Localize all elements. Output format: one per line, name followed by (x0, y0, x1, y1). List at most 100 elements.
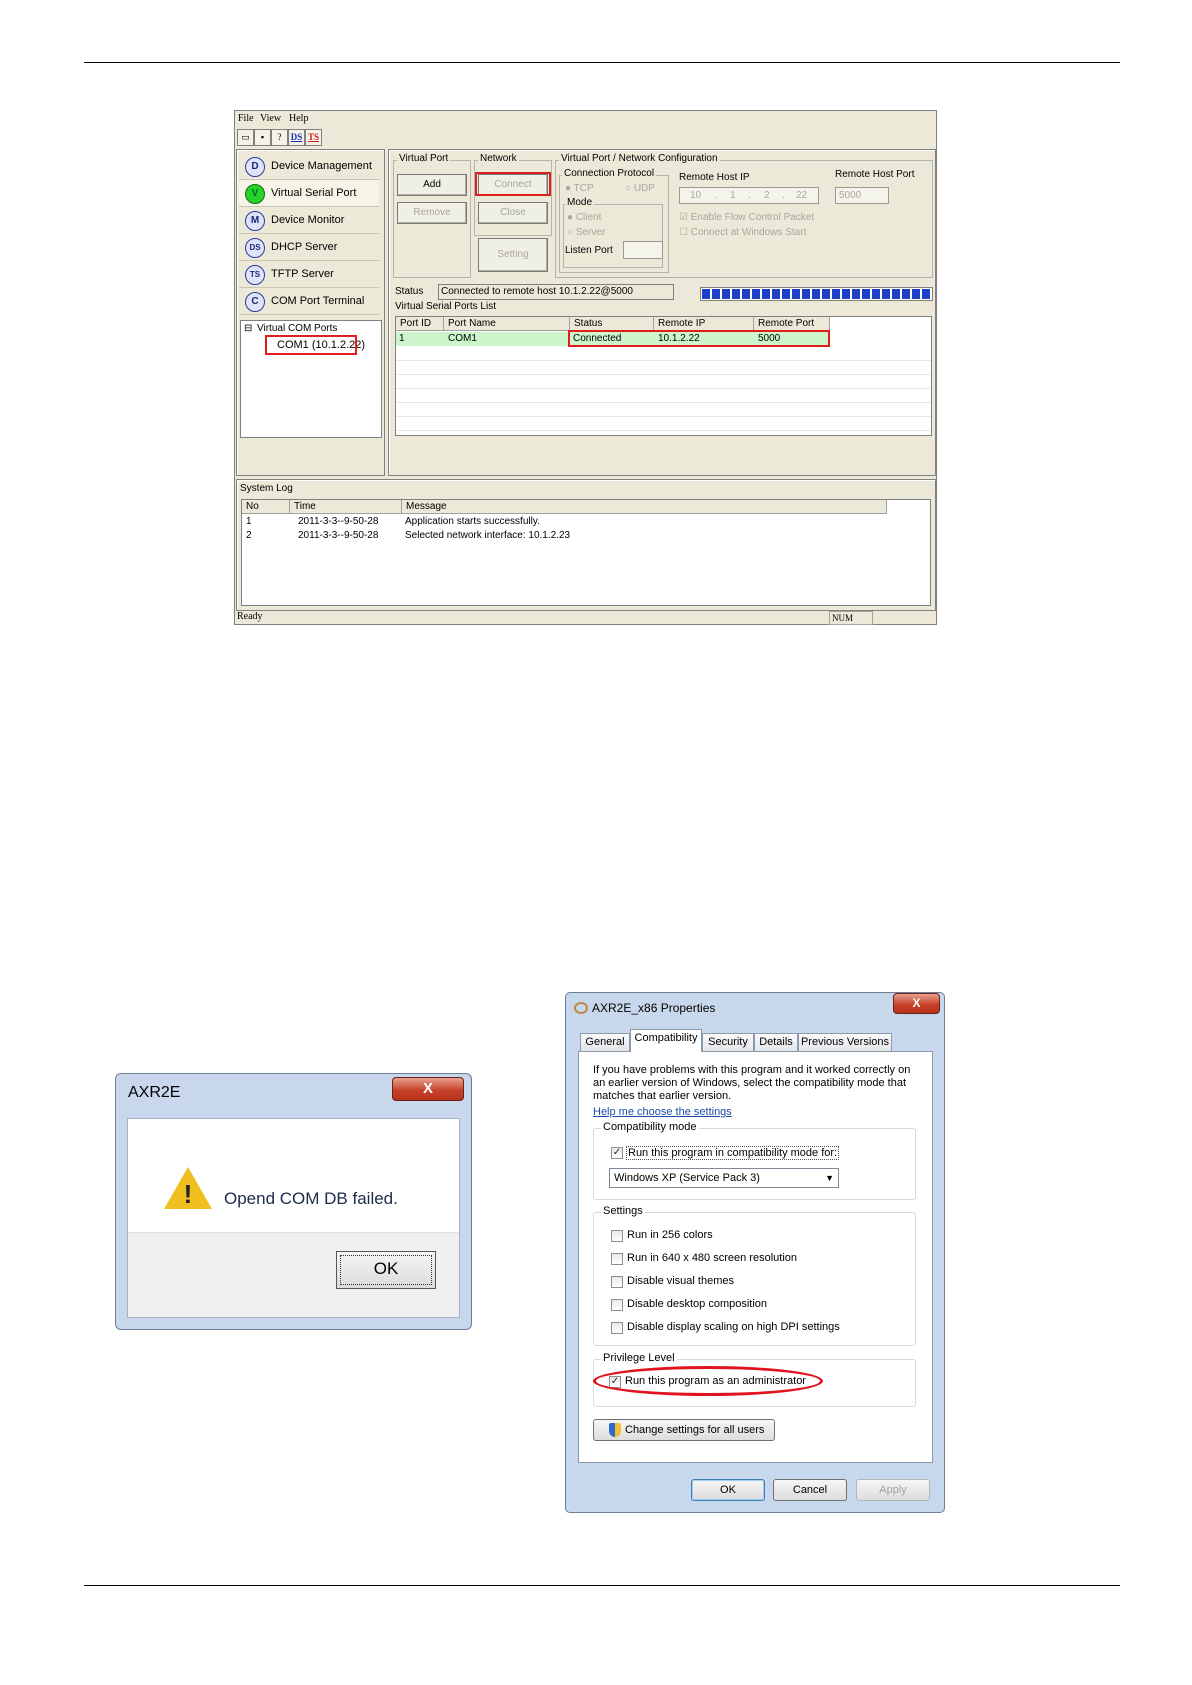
error-message: Opend COM DB failed. (224, 1189, 398, 1208)
column-header-port-name[interactable]: Port Name (444, 317, 570, 331)
ip-octet-1: 10 (690, 190, 702, 201)
help-icon[interactable]: ? (271, 129, 288, 146)
mode-label: Mode (565, 197, 595, 208)
column-header-remote-port[interactable]: Remote Port (754, 317, 830, 331)
udp-radio[interactable]: ○ UDP (625, 183, 655, 194)
close-icon[interactable]: X (392, 1077, 464, 1101)
progress-fill (702, 289, 931, 299)
listen-port-input[interactable] (623, 241, 663, 259)
highlight-connected-row (568, 330, 830, 347)
warning-mark: ! (183, 1179, 193, 1209)
run-640x480-checkbox[interactable] (611, 1253, 623, 1265)
ts-icon[interactable]: TS (305, 129, 322, 146)
change-settings-all-users-button[interactable]: Change settings for all users (593, 1419, 775, 1441)
ports-list: Port ID Port Name Status Remote IP Remot… (395, 316, 932, 436)
nav-dhcp-server[interactable]: DS DHCP Server (239, 234, 379, 261)
setting-button[interactable]: Setting (478, 238, 548, 272)
app-icon (574, 1002, 588, 1014)
highlight-run-as-admin (593, 1366, 823, 1396)
vsp-manager-window: File View Help ▭ ▪ ? DS TS D Device Mana… (234, 110, 937, 625)
nav-panel: D Device Management V Virtual Serial Por… (236, 149, 385, 476)
log-row[interactable]: 2 2011-3-3--9-50-28 Selected network int… (242, 529, 930, 543)
remote-port-input[interactable]: 5000 (835, 187, 889, 204)
tab-security[interactable]: Security (702, 1033, 754, 1051)
remove-button[interactable]: Remove (397, 202, 467, 224)
disable-visual-themes-checkbox[interactable] (611, 1276, 623, 1288)
nav-device-management[interactable]: D Device Management (239, 153, 379, 180)
empty-rows (396, 347, 931, 435)
tcp-radio[interactable]: ● TCP (565, 183, 594, 194)
device-management-icon: D (245, 157, 265, 177)
tree-root[interactable]: Virtual COM Ports (257, 323, 337, 334)
nav-com-port-terminal[interactable]: C COM Port Terminal (239, 288, 379, 315)
udp-label: UDP (633, 183, 655, 194)
menu-file[interactable]: File (238, 113, 254, 124)
status-num: NUM (829, 611, 873, 625)
intro-line-1: If you have problems with this program a… (593, 1064, 911, 1076)
tcp-label: TCP (573, 183, 594, 194)
log-row[interactable]: 1 2011-3-3--9-50-28 Application starts s… (242, 515, 930, 529)
column-header-time[interactable]: Time (290, 500, 402, 514)
column-header-port-id[interactable]: Port ID (396, 317, 444, 331)
nav-label: Virtual Serial Port (271, 187, 357, 199)
tab-details[interactable]: Details (754, 1033, 798, 1051)
log-message: Selected network interface: 10.1.2.23 (405, 530, 571, 541)
system-log-panel: System Log No Time Message 1 2011-3-3--9… (236, 479, 936, 611)
compat-mode-select[interactable]: Windows XP (Service Pack 3) ▼ (609, 1168, 839, 1188)
compat-checkbox[interactable]: ✓ (611, 1147, 623, 1159)
column-header-status[interactable]: Status (570, 317, 654, 331)
menu-view[interactable]: View (260, 113, 281, 124)
apply-button[interactable]: Apply (856, 1479, 930, 1501)
remote-ip-input[interactable]: 10 . 1 . 2 . 22 (679, 187, 819, 204)
menu-bar: File View Help (235, 111, 936, 127)
column-header-message[interactable]: Message (402, 500, 887, 514)
client-radio[interactable]: ● Client (567, 212, 601, 223)
server-radio[interactable]: ○ Server (567, 227, 605, 238)
change-settings-label: Change settings for all users (625, 1424, 765, 1436)
cancel-button[interactable]: Cancel (773, 1479, 847, 1501)
run-640x480-label: Run in 640 x 480 screen resolution (627, 1252, 797, 1264)
run-256-colors-checkbox[interactable] (611, 1230, 623, 1242)
tree-expander-icon[interactable]: ⊟ (244, 323, 252, 334)
log-time: 2011-3-3--9-50-28 (298, 516, 379, 527)
ok-button[interactable]: OK (336, 1251, 436, 1289)
device-monitor-icon: M (245, 211, 265, 231)
log-no: 2 (246, 530, 252, 541)
close-button[interactable]: Close (478, 202, 548, 224)
dialog-title: AXR2E (128, 1084, 181, 1101)
connection-progress-bar (700, 287, 933, 301)
add-button[interactable]: Add (397, 174, 467, 196)
close-icon[interactable]: X (893, 993, 940, 1014)
status-ready: Ready (237, 611, 263, 622)
remote-port-label: Remote Host Port (835, 169, 915, 180)
column-header-no[interactable]: No (242, 500, 290, 514)
column-header-remote-ip[interactable]: Remote IP (654, 317, 754, 331)
tftp-server-icon: TS (245, 265, 265, 285)
connect-at-start-label: Connect at Windows Start (690, 227, 807, 238)
save-icon[interactable]: ▪ (254, 129, 271, 146)
nav-virtual-serial-port[interactable]: V Virtual Serial Port (239, 180, 379, 207)
tab-previous-versions[interactable]: Previous Versions (798, 1033, 892, 1051)
open-icon[interactable]: ▭ (237, 129, 254, 146)
dialog-title: AXR2E_x86 Properties (592, 1001, 716, 1015)
nav-device-monitor[interactable]: M Device Monitor (239, 207, 379, 234)
help-link[interactable]: Help me choose the settings (593, 1106, 732, 1118)
config-panel: Virtual Port Add Remove Network Connect … (388, 149, 936, 476)
error-dialog: AXR2E X ! Opend COM DB failed. OK (115, 1073, 472, 1330)
disable-dpi-scaling-checkbox[interactable] (611, 1322, 623, 1334)
menu-help[interactable]: Help (289, 113, 308, 124)
nav-tftp-server[interactable]: TS TFTP Server (239, 261, 379, 288)
connect-at-start-checkbox[interactable]: ☐ Connect at Windows Start (679, 227, 806, 238)
ok-button[interactable]: OK (691, 1479, 765, 1501)
tab-compatibility[interactable]: Compatibility (630, 1029, 702, 1052)
disable-desktop-composition-checkbox[interactable] (611, 1299, 623, 1311)
cell-port-name: COM1 (448, 333, 477, 344)
page-top-rule (84, 62, 1120, 63)
log-no: 1 (246, 516, 252, 527)
tab-general[interactable]: General (580, 1033, 630, 1051)
compatibility-sheet: If you have problems with this program a… (578, 1051, 933, 1463)
nav-label: DHCP Server (271, 241, 338, 253)
run-256-colors-label: Run in 256 colors (627, 1229, 713, 1241)
flow-control-checkbox[interactable]: ☑ Enable Flow Control Packet (679, 212, 814, 223)
ds-icon[interactable]: DS (288, 129, 305, 146)
